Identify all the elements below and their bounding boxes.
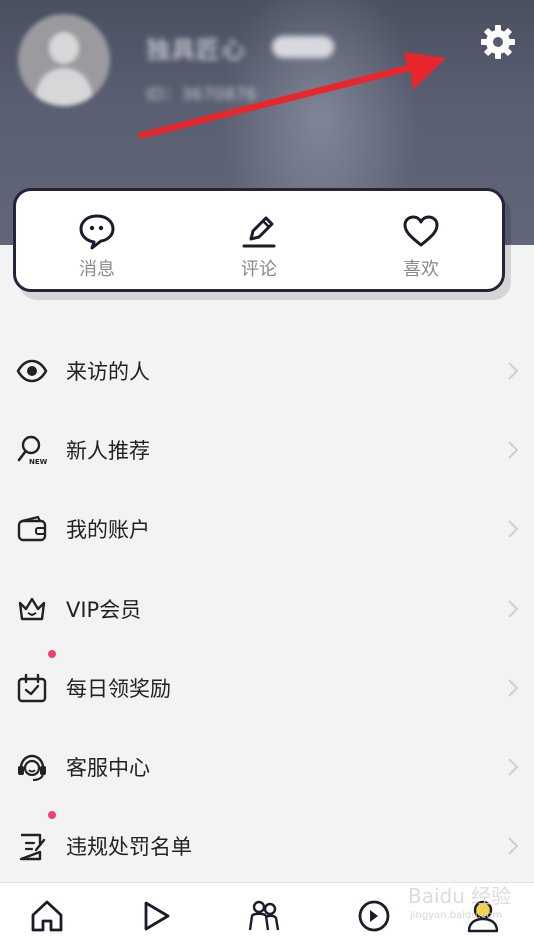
tab-messages-label: 消息 [79,259,115,280]
tab-likes[interactable]: 喜欢 [340,191,502,289]
menu-item-violation-list[interactable]: 违规处罚名单 [0,807,534,886]
heart-icon [403,215,439,247]
tab-comments[interactable]: 评论 [178,191,340,289]
profile-page: 独具匠心 ID：3670876 消息 评论 喜欢 来访的人 NEW 新人推荐 我… [0,0,534,937]
chevron-right-icon [508,837,519,856]
chevron-right-icon [508,679,519,697]
eye-icon [16,359,48,382]
tab-messages[interactable]: 消息 [16,191,178,289]
menu-item-label: 我的账户 [66,518,150,543]
chevron-right-icon [508,520,519,538]
menu-item-label: 违规处罚名单 [66,835,192,860]
menu-item-customer-service[interactable]: 客服中心 [0,727,534,806]
menu-item-label: 每日领奖励 [66,676,171,701]
baidu-jingyan-watermark: Baidu 经验 jingyan.baidu.com [408,884,512,921]
menu-item-daily-reward[interactable]: 每日领奖励 [0,648,534,727]
menu-list: 来访的人 NEW 新人推荐 我的账户 VIP会员 每日领奖励 客服中心 违规处罚… [0,331,534,886]
menu-item-account[interactable]: 我的账户 [0,490,534,569]
chat-bubble-icon [79,214,115,250]
tab-comments-label: 评论 [241,259,277,280]
menu-item-label: 客服中心 [66,756,150,781]
people-icon[interactable] [246,898,282,934]
new-tag: NEW [29,458,48,466]
chevron-right-icon [508,441,519,459]
notification-dot [48,810,56,819]
calendar-reward-icon [17,673,47,703]
menu-item-new-recommend[interactable]: NEW 新人推荐 [0,410,534,489]
menu-item-label: VIP会员 [66,597,142,622]
chevron-right-icon [508,361,519,380]
quick-tabs-card: 消息 评论 喜欢 [13,188,505,292]
pencil-icon [242,216,276,248]
notification-dot [48,650,56,659]
new-user-search-icon: NEW [17,435,48,466]
home-icon[interactable] [29,898,65,934]
menu-item-label: 新人推荐 [66,438,150,463]
chevron-right-icon [508,758,519,776]
headset-icon [18,754,46,782]
play-icon[interactable] [138,898,174,934]
report-list-icon [19,834,46,861]
chevron-right-icon [508,599,519,618]
tab-likes-label: 喜欢 [403,259,439,280]
wallet-icon [17,515,47,542]
discover-icon[interactable] [356,898,392,934]
menu-item-label: 来访的人 [66,359,150,384]
crown-icon [18,597,46,620]
menu-item-visitors[interactable]: 来访的人 [0,331,534,410]
menu-item-vip[interactable]: VIP会员 [0,569,534,648]
settings-gear-icon[interactable] [478,22,518,62]
